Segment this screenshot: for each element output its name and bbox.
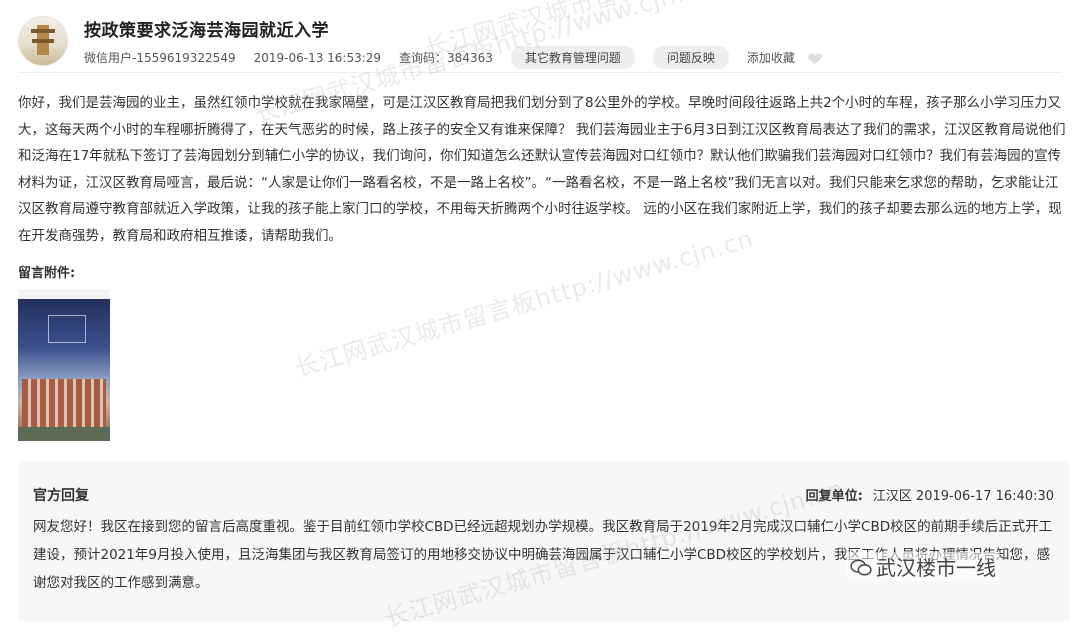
post-datetime: 2019-06-13 16:53:29 <box>253 50 382 65</box>
post-user: 微信用户-1559619322549 <box>84 51 236 65</box>
reply-unit: 回复单位: 江汉区 2019-06-17 16:40:30 <box>806 485 1054 504</box>
feedback-tag[interactable]: 问题反映 <box>652 46 729 69</box>
category-tag[interactable]: 其它教育管理问题 <box>510 46 635 69</box>
post-meta: 微信用户-1559619322549 2019-06-13 16:53:29 查… <box>84 46 823 69</box>
heart-icon[interactable] <box>807 50 823 66</box>
attachment-thumbnail[interactable] <box>18 289 110 441</box>
wechat-icon <box>850 559 872 576</box>
reply-unit-value: 江汉区 2019-06-17 16:40:30 <box>872 489 1054 504</box>
reply-title: 官方回复 <box>33 488 89 504</box>
post-query-code: 查询码：384363 <box>399 51 493 65</box>
post-header: 按政策要求泛海芸海园就近入学 微信用户-1559619322549 2019-0… <box>18 14 1062 70</box>
attachment-label: 留言附件: <box>18 266 76 281</box>
overlay-badge-text: 武汉楼市一线 <box>876 556 996 580</box>
avatar[interactable] <box>18 16 68 66</box>
official-reply: 官方回复 回复单位: 江汉区 2019-06-17 16:40:30 网友您好！我… <box>18 461 1070 621</box>
post-title: 按政策要求泛海芸海园就近入学 <box>84 21 329 41</box>
reply-unit-label: 回复单位: <box>805 489 863 504</box>
post-body: 你好，我们是芸海园的业主，虽然红领巾学校就在我家隔壁，可是江汉区教育局把我们划分… <box>18 95 1066 244</box>
divider <box>18 72 1062 73</box>
tower-icon <box>31 25 55 55</box>
favorite-link[interactable]: 添加收藏 <box>747 49 795 66</box>
overlay-badge: 武汉楼市一线 <box>846 552 1000 581</box>
